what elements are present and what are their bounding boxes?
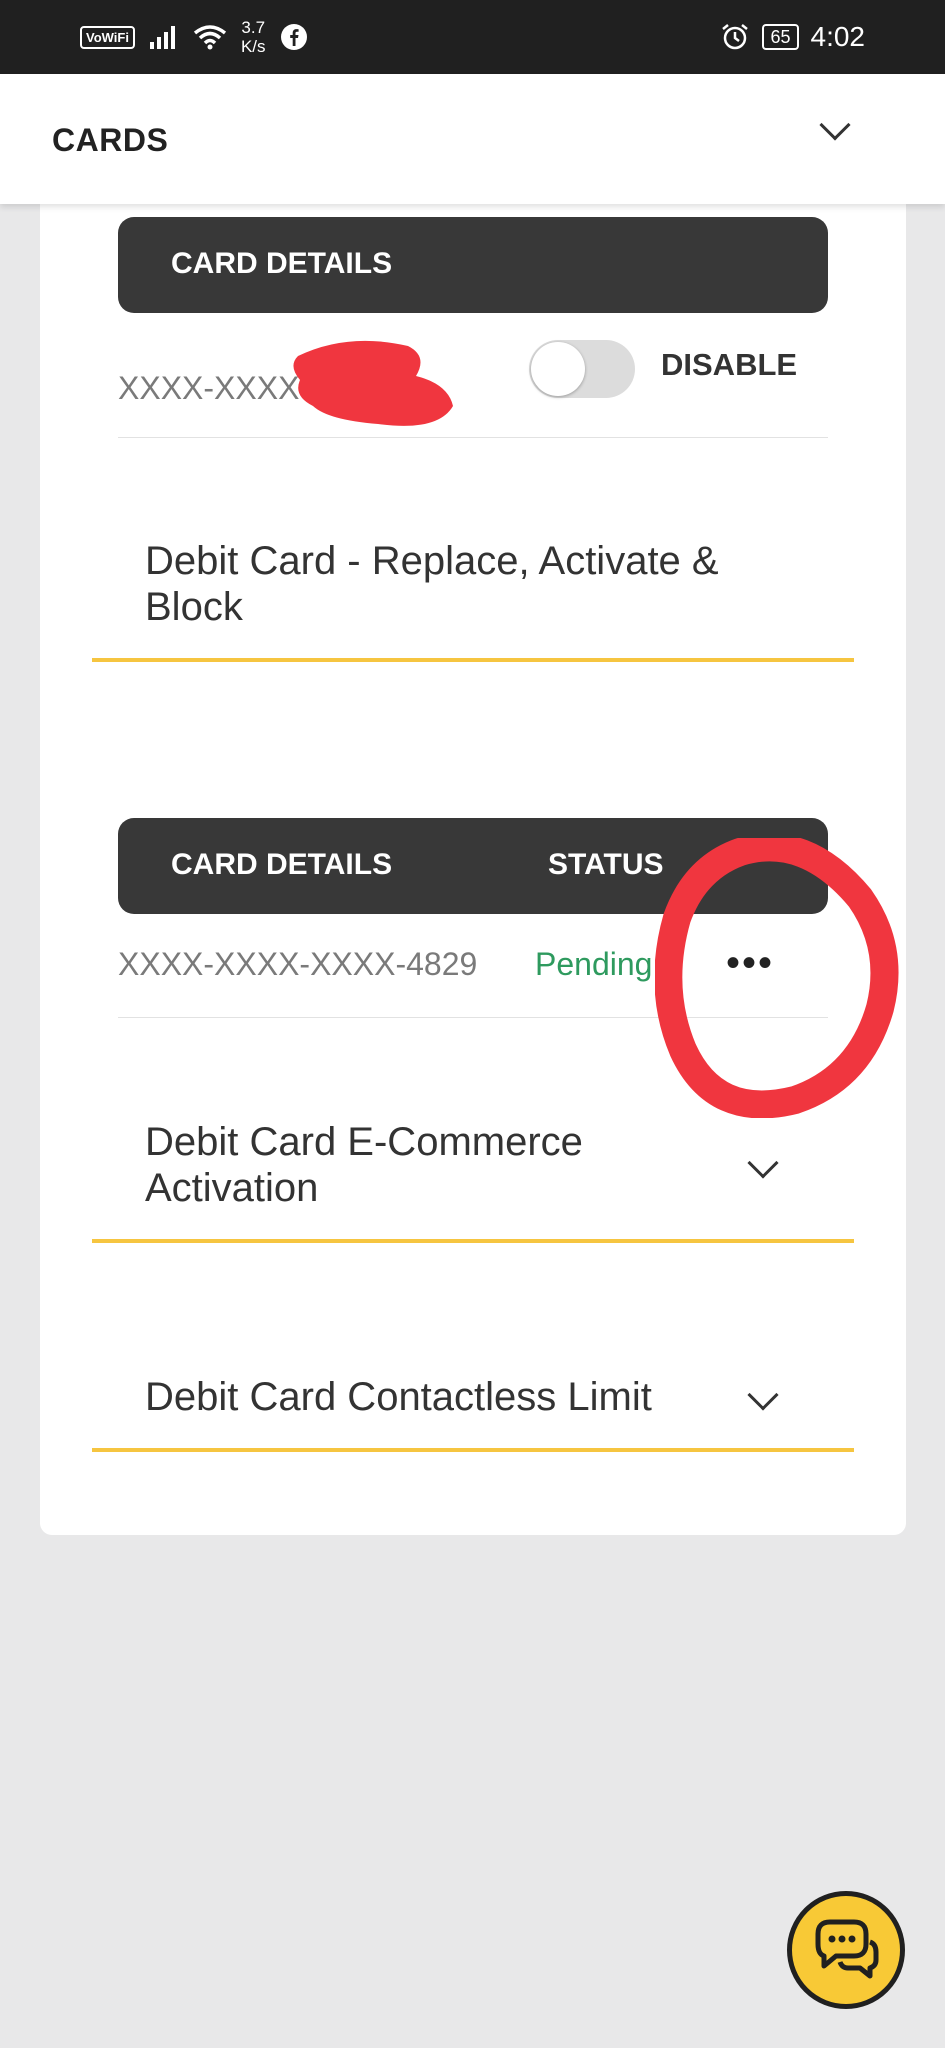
section-underline (92, 1239, 854, 1243)
section-underline (92, 1448, 854, 1452)
vowifi-badge: VoWiFi (80, 25, 135, 49)
row-divider (118, 437, 828, 438)
status-badge: Pending (535, 946, 653, 982)
facebook-icon (280, 24, 307, 50)
column-header-card-details: CARD DETAILS (171, 247, 393, 280)
status-bar: VoWiFi 3.7 K/s 65 4:02 (0, 0, 945, 74)
chat-icon (815, 1919, 879, 1979)
annotation-circle (655, 838, 899, 1118)
battery-indicator: 65 (762, 24, 799, 50)
cards-header[interactable]: CARDS (0, 74, 945, 204)
chevron-down-icon[interactable] (819, 109, 851, 141)
card-disable-toggle[interactable] (529, 340, 635, 398)
clock: 4:02 (810, 21, 866, 52)
section-title-contactless[interactable]: Debit Card Contactless Limit (145, 1374, 745, 1420)
page-title: CARDS (52, 122, 169, 158)
section-title-ecommerce[interactable]: Debit Card E-Commerce Activation (145, 1119, 705, 1211)
column-header-card-details: CARD DETAILS (171, 848, 393, 881)
card-number: XXXX-XXXX-XXXX-4829 (118, 946, 478, 982)
redaction-scribble (293, 340, 453, 426)
toggle-label: DISABLE (661, 347, 798, 382)
signal-icon (149, 26, 175, 49)
alarm-icon (722, 24, 749, 50)
network-speed: 3.7 K/s (240, 18, 266, 56)
status-bar-left: VoWiFi 3.7 K/s (80, 14, 308, 60)
wifi-icon (193, 25, 227, 50)
toggle-knob (531, 342, 585, 396)
status-bar-right: 65 4:02 (720, 14, 865, 60)
section-title-replace[interactable]: Debit Card - Replace, Activate & Block (145, 538, 785, 630)
column-header-status: STATUS (548, 848, 664, 881)
section-underline (92, 658, 854, 662)
card-details-header: CARD DETAILS (118, 217, 828, 313)
chat-button[interactable] (787, 1891, 905, 2009)
